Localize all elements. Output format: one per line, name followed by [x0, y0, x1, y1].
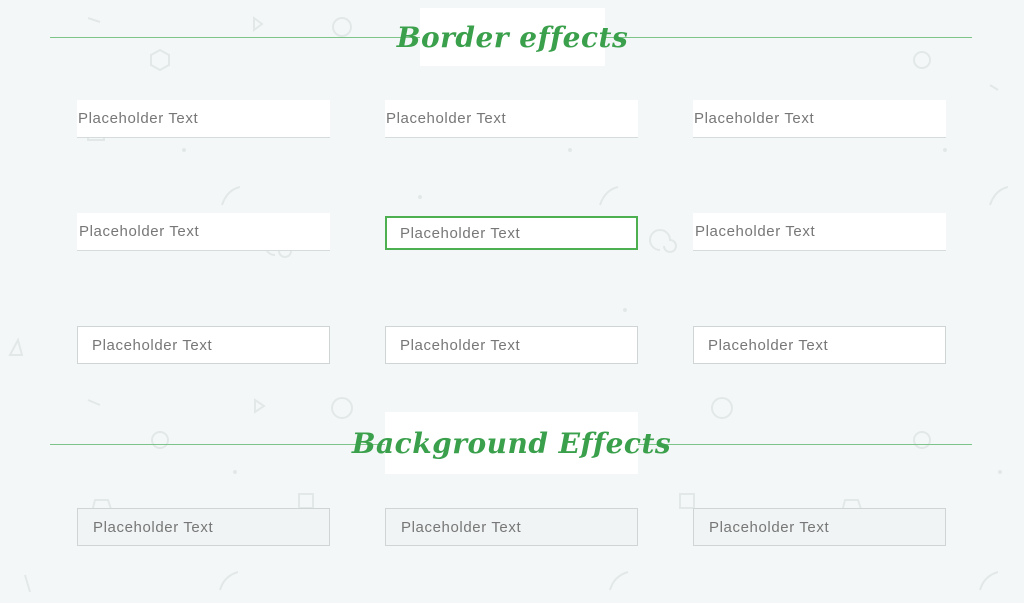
text-input-background-1[interactable]: Placeholder Text: [77, 508, 330, 546]
input-placeholder: Placeholder Text: [78, 110, 199, 127]
text-input-border-6[interactable]: Placeholder Text: [693, 213, 946, 251]
border-effects-title: Border effects: [396, 20, 629, 54]
text-input-background-2[interactable]: Placeholder Text: [385, 508, 638, 546]
text-input-border-3[interactable]: Placeholder Text: [693, 100, 946, 138]
border-effects-title-box: Border effects: [397, 8, 628, 66]
input-placeholder: Placeholder Text: [401, 518, 522, 536]
input-placeholder: Placeholder Text: [400, 224, 521, 242]
input-placeholder: Placeholder Text: [695, 223, 816, 240]
text-input-border-4[interactable]: Placeholder Text: [77, 213, 330, 251]
input-placeholder: Placeholder Text: [79, 223, 200, 240]
text-input-border-9[interactable]: Placeholder Text: [693, 326, 946, 364]
input-placeholder: Placeholder Text: [93, 518, 214, 536]
input-placeholder: Placeholder Text: [92, 336, 213, 354]
text-input-border-1[interactable]: Placeholder Text: [77, 100, 330, 138]
input-placeholder: Placeholder Text: [709, 518, 830, 536]
text-input-border-7[interactable]: Placeholder Text: [77, 326, 330, 364]
text-input-border-5-focused[interactable]: Placeholder Text: [385, 216, 638, 250]
background-effects-title-box: Background Effects: [352, 412, 671, 474]
input-placeholder: Placeholder Text: [400, 336, 521, 354]
input-placeholder: Placeholder Text: [386, 110, 507, 127]
background-effects-title: Background Effects: [351, 426, 672, 460]
input-placeholder: Placeholder Text: [708, 336, 829, 354]
text-input-border-8[interactable]: Placeholder Text: [385, 326, 638, 364]
input-placeholder: Placeholder Text: [694, 110, 815, 127]
text-input-border-2[interactable]: Placeholder Text: [385, 100, 638, 138]
text-input-background-3[interactable]: Placeholder Text: [693, 508, 946, 546]
